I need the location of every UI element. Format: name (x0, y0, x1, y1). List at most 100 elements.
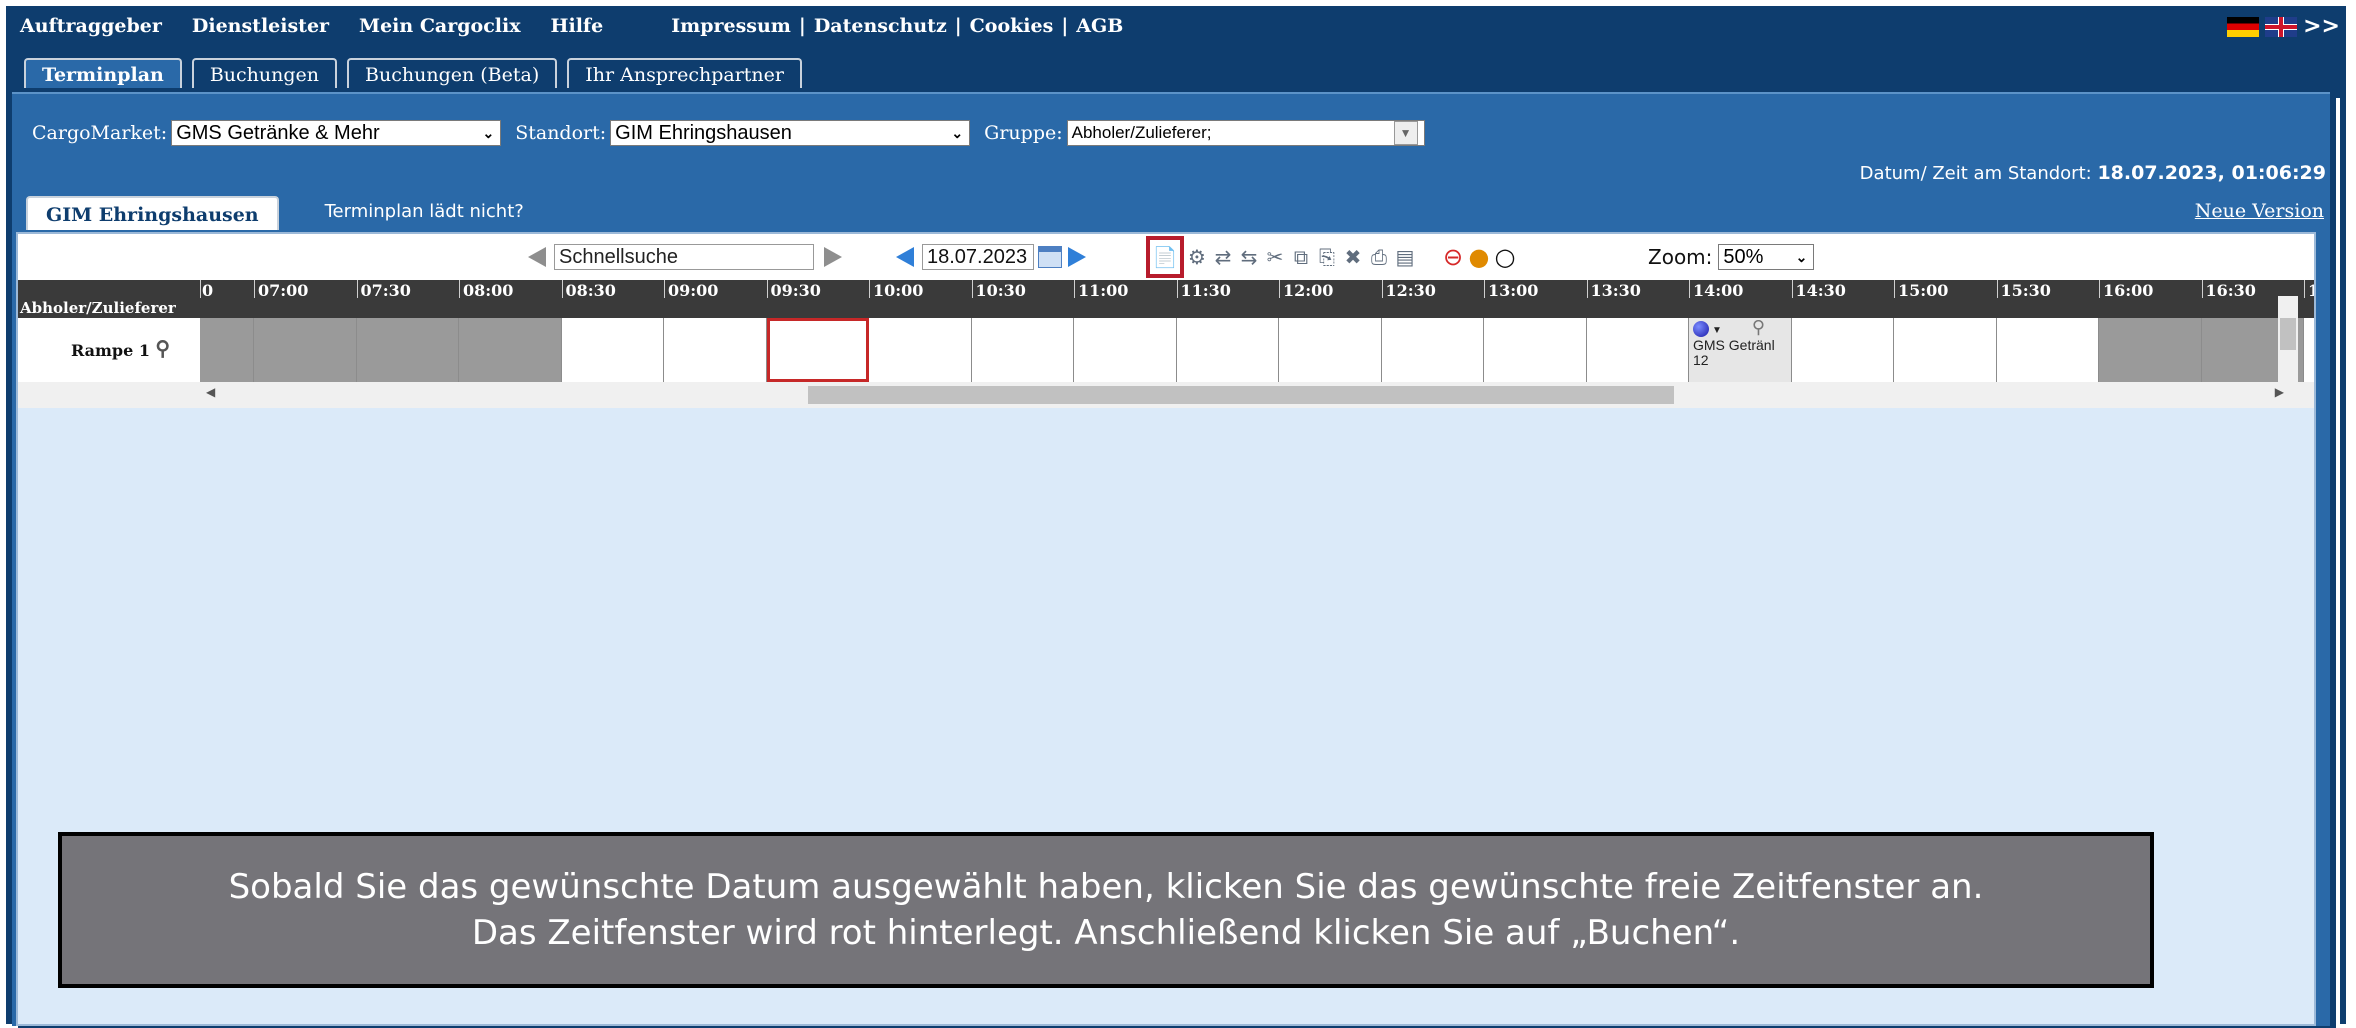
transfer-out-icon[interactable]: ⇆ (1236, 244, 1262, 270)
filter-bar: CargoMarket: GMS Getränke & Mehr ⌄ Stand… (32, 118, 1439, 148)
time-label: 12:30 (1385, 281, 1436, 300)
dropdown-caret-icon[interactable]: ▼ (1712, 325, 1722, 336)
time-tick (2201, 280, 2203, 298)
booking-entry[interactable]: ▼ ⚲ GMS Getränl 12 (1693, 320, 1789, 368)
time-slot-blocked (200, 318, 254, 382)
horizontal-scrollbar[interactable]: ◀ ▶ (18, 382, 2314, 408)
time-slot[interactable] (561, 318, 664, 382)
ramp-label: Rampe 1 ⚲ (18, 318, 200, 382)
cut-icon[interactable]: ✂ (1262, 244, 1288, 270)
time-slot[interactable] (1381, 318, 1484, 382)
location-datetime: Datum/ Zeit am Standort: 18.07.2023, 01:… (1860, 162, 2326, 184)
time-slot[interactable] (1279, 318, 1382, 382)
ramp-row: Rampe 1 ⚲ ▼ ⚲ GMS Getränl 12 (18, 318, 2314, 382)
pdf-export-icon[interactable]: ▤ (1392, 244, 1418, 270)
time-slot[interactable] (971, 318, 1074, 382)
search-prev-arrow-icon[interactable] (528, 247, 546, 267)
more-languages-button[interactable]: >> (2303, 14, 2340, 39)
tab-buchungen[interactable]: Buchungen (191, 58, 338, 88)
language-switcher: >> (2227, 14, 2340, 39)
gruppe-select[interactable]: Abholer/Zulieferer; ▼ (1066, 120, 1425, 146)
time-label: 14:00 (1693, 281, 1744, 300)
transfer-in-icon[interactable]: ⇄ (1210, 244, 1236, 270)
nav-cookies[interactable]: Cookies (970, 15, 1054, 37)
delete-icon[interactable]: ✖ (1340, 244, 1366, 270)
calendar-icon[interactable] (1038, 246, 1062, 268)
german-flag-icon[interactable] (2227, 16, 2260, 37)
print-icon[interactable]: ⎙ (1366, 244, 1392, 270)
zoom-group: Zoom: 50% ⌄ (1648, 244, 1815, 270)
cargomarket-select[interactable]: GMS Getränke & Mehr ⌄ (171, 120, 502, 146)
group-header: Abholer/Zulieferer (18, 280, 200, 318)
time-slot[interactable] (1586, 318, 1689, 382)
time-slot[interactable] (1074, 318, 1177, 382)
scroll-left-icon[interactable]: ◀ (206, 385, 215, 399)
instruction-overlay: Sobald Sie das gewünschte Datum ausgewäh… (58, 832, 2154, 988)
globe-icon[interactable]: ● (1466, 243, 1492, 271)
next-day-arrow-icon[interactable] (1068, 247, 1086, 267)
tab-terminplan[interactable]: Terminplan (24, 58, 182, 88)
time-slot[interactable] (1791, 318, 1894, 382)
vertical-scrollbar[interactable] (2278, 296, 2298, 386)
time-tick (1176, 280, 1178, 298)
circle-icon[interactable]: ○ (1492, 243, 1518, 271)
main-tabs: Terminplan Buchungen Buchungen (Beta) Ih… (24, 58, 802, 88)
move-icon[interactable]: ⚙ (1184, 244, 1210, 270)
time-tick (1484, 280, 1485, 298)
nav-impressum[interactable]: Impressum (671, 15, 791, 37)
neue-version-link[interactable]: Neue Version (2195, 200, 2324, 222)
time-slot[interactable] (1996, 318, 2099, 382)
magnifier-icon[interactable]: ⚲ (155, 336, 170, 360)
date-input[interactable]: 18.07.2023 (922, 244, 1034, 270)
scroll-right-icon[interactable]: ▶ (2275, 385, 2284, 399)
standort-select[interactable]: GIM Ehringshausen ⌄ (610, 120, 971, 146)
gruppe-label: Gruppe: (984, 122, 1063, 144)
search-next-arrow-icon[interactable] (824, 247, 842, 267)
terminplan-help-link[interactable]: Terminplan lädt nicht? (325, 201, 524, 222)
copy-icon[interactable]: ⧉ (1288, 244, 1314, 270)
time-tick (869, 280, 870, 298)
nav-auftraggeber[interactable]: Auftraggeber (20, 15, 162, 37)
time-tick (1689, 280, 1690, 298)
time-label: 11:30 (1180, 281, 1231, 300)
zoom-select[interactable]: 50% ⌄ (1718, 244, 1815, 270)
time-slot-booked[interactable]: ▼ ⚲ GMS Getränl 12 (1689, 318, 1792, 382)
vertical-scroll-thumb[interactable] (2280, 318, 2296, 350)
time-slot[interactable] (1894, 318, 1997, 382)
booking-title: GMS Getränl (1693, 337, 1775, 353)
english-flag-icon[interactable] (2265, 16, 2298, 37)
booking-search-icon[interactable]: ⚲ (1752, 320, 1765, 337)
nav-dienstleister[interactable]: Dienstleister (192, 15, 329, 37)
nav-mein-cargoclix[interactable]: Mein Cargoclix (359, 15, 521, 37)
time-slot-blocked (459, 318, 562, 382)
time-slot[interactable] (664, 318, 767, 382)
time-label: 09:00 (668, 281, 719, 300)
time-label: 15:00 (1898, 281, 1949, 300)
time-slot-blocked (356, 318, 459, 382)
quick-search-input[interactable]: Schnellsuche (554, 244, 814, 270)
previous-day-arrow-icon[interactable] (896, 247, 914, 267)
time-slot-selected[interactable] (766, 318, 869, 382)
nav-datenschutz[interactable]: Datenschutz (814, 15, 947, 37)
gruppe-value: Abholer/Zulieferer; (1071, 123, 1212, 142)
time-slot[interactable] (1484, 318, 1587, 382)
horizontal-scroll-thumb[interactable] (808, 386, 1674, 404)
datetime-label: Datum/ Zeit am Standort: (1859, 163, 2092, 184)
nav-agb[interactable]: AGB (1076, 15, 1123, 37)
tab-buchungen-beta[interactable]: Buchungen (Beta) (347, 58, 558, 88)
time-slot[interactable] (869, 318, 972, 382)
time-label: 07:00 (258, 281, 309, 300)
nav-separator: | (954, 15, 962, 37)
tab-ansprechpartner[interactable]: Ihr Ansprechpartner (567, 58, 802, 88)
book-button[interactable]: 📄 (1146, 236, 1184, 278)
block-icon[interactable]: ⊖ (1440, 243, 1466, 271)
time-label: 13:30 (1590, 281, 1641, 300)
time-label: 08:30 (565, 281, 616, 300)
nav-hilfe[interactable]: Hilfe (551, 15, 604, 37)
nav-separator: | (798, 15, 806, 37)
time-label: 10:30 (975, 281, 1026, 300)
paste-icon[interactable]: ⎘ (1314, 244, 1340, 270)
book-slot-icon: 📄 (1152, 245, 1178, 269)
time-slot[interactable] (1176, 318, 1279, 382)
tab-location[interactable]: GIM Ehringshausen (26, 196, 279, 230)
